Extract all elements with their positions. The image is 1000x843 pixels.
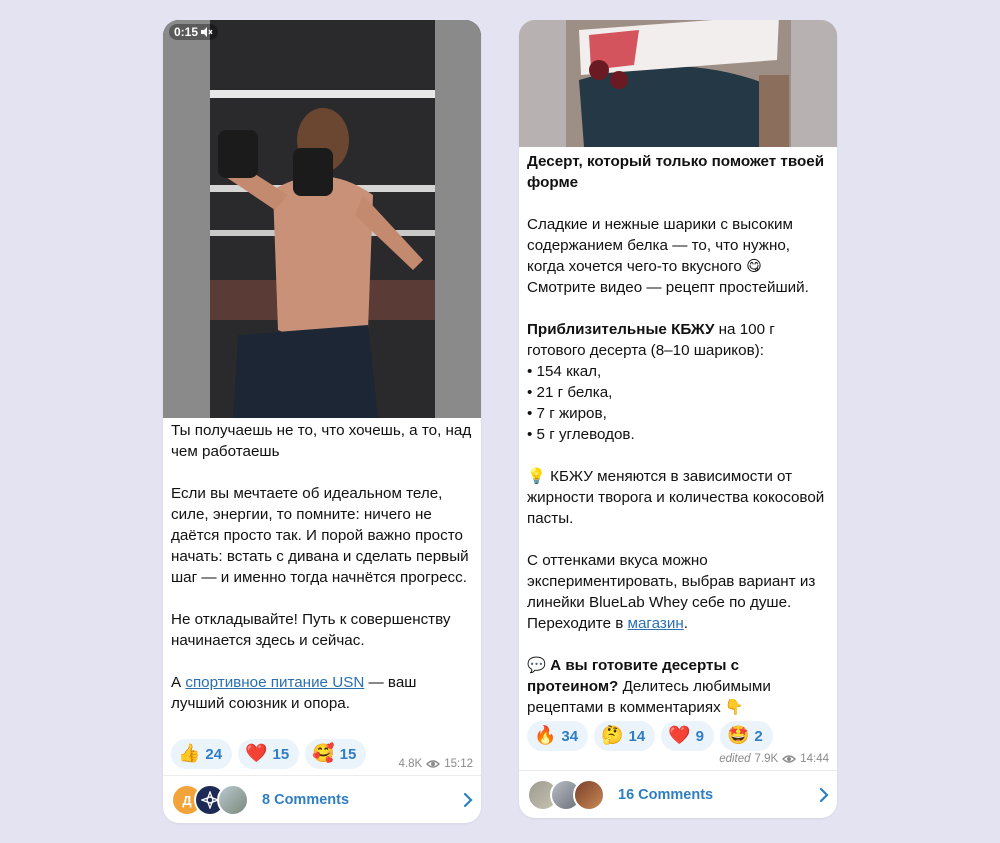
usn-link[interactable]: спортивное питание USN [185, 674, 364, 691]
lightbulb-icon: 💡 [527, 468, 546, 485]
reaction-thinking[interactable]: 🤔 14 [594, 721, 656, 751]
chevron-right-icon [463, 792, 473, 808]
text-span: КБЖУ меняются в зависимости от жирности … [527, 468, 825, 527]
heart-icon: ❤️ [668, 725, 691, 746]
post-text: Ты получаешь не то, что хочешь, а то, на… [163, 418, 481, 714]
reaction-love-face[interactable]: 🥰 15 [305, 739, 367, 769]
post-paragraph: Если вы мечтаете об идеальном теле, силе… [171, 485, 469, 586]
avatar [573, 779, 605, 811]
video-thumbnail [163, 20, 481, 418]
post-paragraph: Сладкие и нежные шарики с высоким содерж… [527, 216, 809, 296]
speech-bubble-icon: 💬 [527, 657, 546, 674]
reaction-thumbs-up[interactable]: 👍 24 [171, 739, 233, 769]
post-video[interactable] [519, 20, 837, 147]
post-card-2: Десерт, который только поможет твоей фор… [519, 20, 837, 818]
post-headline: Десерт, который только поможет твоей фор… [527, 151, 829, 193]
reaction-count: 24 [205, 745, 223, 763]
list-item: • 154 ккал, [527, 363, 602, 380]
muted-icon[interactable] [201, 27, 213, 37]
list-item: • 7 г жиров, [527, 405, 607, 422]
kbju-paragraph: Приблизительные КБЖУ на 100 г готового д… [527, 319, 829, 361]
text-span: А [171, 674, 186, 691]
view-count: 4.8K [398, 758, 423, 770]
star-struck-icon: 🤩 [726, 725, 750, 746]
eye-icon [782, 755, 797, 763]
thumbs-up-icon: 👍 [178, 743, 201, 764]
smiling-hearts-icon: 🥰 [312, 743, 335, 764]
video-duration: 0:15 [174, 25, 199, 39]
list-item: • 21 г белка, [527, 384, 613, 401]
post-video[interactable]: 0:15 [163, 20, 481, 418]
reaction-fire[interactable]: 🔥 34 [527, 721, 589, 751]
post-card-1: 0:15 Ты получаешь не то, что хочешь, а т… [163, 20, 481, 823]
reaction-heart[interactable]: ❤️ 9 [661, 721, 714, 751]
fire-icon: 🔥 [534, 725, 557, 746]
post-headline: Ты получаешь не то, что хочешь, а то, на… [171, 422, 472, 460]
reactions-bar: 🔥 34 🤔 14 ❤️ 9 🤩 2 [519, 721, 781, 751]
avatar [217, 784, 249, 816]
post-title: Десерт, который только поможет твоей фор… [527, 153, 825, 191]
eye-icon [426, 760, 441, 768]
post-meta: edited 7.9K 14:44 [719, 753, 829, 765]
tip-paragraph: 💡 КБЖУ меняются в зависимости от жирност… [527, 466, 829, 529]
video-thumbnail [519, 20, 837, 147]
shop-link[interactable]: магазин [628, 615, 684, 632]
thinking-face-icon: 🤔 [601, 725, 624, 746]
post-time: 14:44 [800, 753, 829, 765]
reaction-count: 14 [628, 727, 646, 745]
heart-icon: ❤️ [245, 743, 268, 764]
comments-label: 8 Comments [262, 792, 350, 808]
comments-label: 16 Comments [618, 787, 714, 803]
view-count: 7.9K [754, 753, 779, 765]
post-paragraph: А спортивное питание USN — ваш лучший со… [171, 672, 473, 714]
reaction-star-struck[interactable]: 🤩 2 [719, 721, 773, 751]
commenter-avatars [527, 779, 605, 811]
reaction-count: 9 [695, 727, 704, 745]
question-paragraph: 💬 А вы готовите десерты с протеином? Дел… [527, 655, 829, 718]
reactions-bar: 👍 24 ❤️ 15 🥰 15 [163, 739, 374, 769]
video-duration-badge: 0:15 [169, 24, 219, 40]
kbju-heading: Приблизительные КБЖУ [527, 321, 715, 338]
post-time: 15:12 [444, 758, 473, 770]
chevron-right-icon [819, 787, 829, 803]
reaction-count: 15 [272, 745, 290, 763]
edited-label: edited [719, 753, 751, 765]
post-paragraph: Не откладывайте! Путь к совершенству нач… [171, 611, 451, 649]
comments-button[interactable]: Д 8 Comments [163, 776, 481, 823]
comments-button[interactable]: 16 Comments [519, 771, 837, 818]
commenter-avatars: Д [171, 784, 249, 816]
reaction-count: 34 [561, 727, 579, 745]
post-meta: 4.8K 15:12 [399, 758, 473, 770]
text-span: . [683, 615, 688, 632]
post-text: Десерт, который только поможет твоей фор… [519, 147, 837, 718]
list-item: • 5 г углеводов. [527, 426, 635, 443]
post-paragraph: С оттенками вкуса можно экспериментирова… [527, 550, 829, 634]
reaction-count: 2 [754, 727, 763, 745]
reaction-count: 15 [339, 745, 357, 763]
reaction-heart[interactable]: ❤️ 15 [238, 739, 300, 769]
